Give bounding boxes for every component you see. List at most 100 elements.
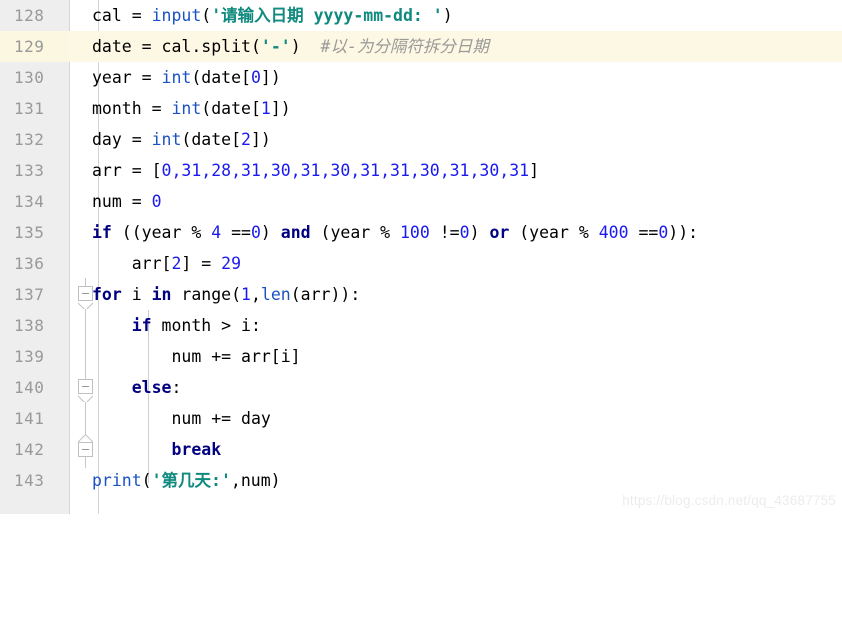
code-content: date = cal.split('-') #以-为分隔符拆分日期 [92, 31, 489, 62]
line-number: 141 [14, 409, 45, 428]
code-line-134[interactable]: 134 num = 0 [0, 186, 842, 217]
line-number: 129 [14, 37, 45, 56]
code-token: ) [290, 37, 321, 56]
code-token: day = [92, 130, 152, 149]
code-content: arr = [0,31,28,31,30,31,30,31,31,30,31,3… [92, 155, 539, 186]
code-token: , [250, 285, 261, 304]
code-token-builtin: int [171, 99, 202, 118]
line-number: 135 [14, 223, 45, 242]
code-token-builtin: input [151, 6, 202, 25]
code-token-number: 0 [658, 223, 669, 242]
code-editor[interactable]: 128 cal = input('请输入日期 yyyy-mm-dd: ') 12… [0, 0, 842, 514]
code-token: : [171, 378, 182, 397]
code-content: month = int(date[1]) [92, 93, 291, 124]
code-line-141[interactable]: 141 num += day [0, 403, 842, 434]
fold-toggle-icon-for-137[interactable] [78, 286, 93, 301]
code-token-number: 400 [598, 223, 629, 242]
line-number: 142 [14, 440, 45, 459]
code-line-130[interactable]: 130 year = int(date[0]) [0, 62, 842, 93]
line-number: 143 [14, 471, 45, 490]
code-token: ] = [181, 254, 222, 273]
code-token-string: '请输入日期 yyyy-mm-dd: ' [211, 6, 443, 25]
code-token-number: 0 [250, 68, 261, 87]
code-token: (date[ [191, 68, 251, 87]
line-number: 139 [14, 347, 45, 366]
code-token: ]) [260, 68, 281, 87]
fold-toggle-icon-for-142[interactable] [78, 442, 93, 457]
code-line-137[interactable]: 137 for i in range(1,len(arr)): [0, 279, 842, 310]
code-line-140[interactable]: 140 else: [0, 372, 842, 403]
code-token: month = [92, 99, 172, 118]
code-line-136[interactable]: 136 arr[2] = 29 [0, 248, 842, 279]
fold-toggle-icon-for-140[interactable] [78, 379, 93, 394]
code-token: (arr)): [290, 285, 361, 304]
code-line-131[interactable]: 131 month = int(date[1]) [0, 93, 842, 124]
line-number: 132 [14, 130, 45, 149]
code-token: ) [469, 223, 490, 242]
code-token: ( [141, 471, 152, 490]
code-content: year = int(date[0]) [92, 62, 281, 93]
code-line-132[interactable]: 132 day = int(date[2]) [0, 124, 842, 155]
code-content: num = 0 [92, 186, 162, 217]
code-token: i [121, 285, 152, 304]
code-content: num += day [92, 403, 270, 434]
code-token: == [221, 223, 251, 242]
code-content: if ((year % 4 ==0) and (year % 100 !=0) … [92, 217, 698, 248]
code-token-keyword: in [151, 285, 172, 304]
code-token-keyword: if [92, 223, 112, 242]
code-token-builtin: int [151, 130, 182, 149]
code-token: num += arr[i] [92, 347, 301, 366]
line-number: 131 [14, 99, 45, 118]
code-line-138[interactable]: 138 if month > i: [0, 310, 842, 341]
code-content: arr[2] = 29 [92, 248, 241, 279]
code-token: ((year % [111, 223, 212, 242]
code-content: cal = input('请输入日期 yyyy-mm-dd: ') [92, 0, 453, 31]
code-token: (date[ [181, 130, 242, 149]
code-token: num = [92, 192, 152, 211]
line-number: 130 [14, 68, 45, 87]
code-line-143[interactable]: 143 print('第几天:',num) [0, 465, 842, 496]
line-number: 134 [14, 192, 45, 211]
code-token-keyword: if [131, 316, 152, 335]
code-line-139[interactable]: 139 num += arr[i] [0, 341, 842, 372]
code-token: (year % [310, 223, 400, 242]
code-token: ] [529, 161, 540, 180]
code-token: )): [668, 223, 699, 242]
code-token-builtin: int [161, 68, 192, 87]
code-token-number: 0 [151, 192, 162, 211]
code-token: ]) [250, 130, 271, 149]
line-number: 133 [14, 161, 45, 180]
code-token: month > i: [151, 316, 261, 335]
code-token: ,num) [230, 471, 281, 490]
code-token-string: '第几天:' [151, 471, 231, 490]
code-token: == [628, 223, 659, 242]
code-token-number: 1 [260, 99, 271, 118]
code-line-128[interactable]: 128 cal = input('请输入日期 yyyy-mm-dd: ') [0, 0, 842, 31]
code-content: print('第几天:',num) [92, 465, 281, 496]
code-token-number: 0 [459, 223, 470, 242]
code-token: ]) [270, 99, 291, 118]
watermark: https://blog.csdn.net/qq_43687755 [622, 493, 836, 508]
code-token-keyword: and [280, 223, 311, 242]
code-line-129[interactable]: 129 date = cal.split('-') #以-为分隔符拆分日期 [0, 31, 842, 62]
code-content: day = int(date[2]) [92, 124, 271, 155]
code-line-142[interactable]: 142 break [0, 434, 842, 465]
fold-arrow-down-icon-140 [78, 394, 93, 402]
line-number: 138 [14, 316, 45, 335]
code-token-keyword: or [489, 223, 510, 242]
code-token-number: 2 [171, 254, 182, 273]
code-token: ( [201, 6, 212, 25]
code-token: year = [92, 68, 162, 87]
code-line-133[interactable]: 133 arr = [0,31,28,31,30,31,30,31,31,30,… [0, 155, 842, 186]
code-token-keyword: break [171, 440, 222, 459]
code-token-builtin: print [92, 471, 142, 490]
code-token: date = cal.split( [92, 37, 261, 56]
code-token-number: 100 [400, 223, 430, 242]
code-line-135[interactable]: 135 if ((year % 4 ==0) and (year % 100 !… [0, 217, 842, 248]
code-content: break [92, 434, 221, 465]
code-token-string: '-' [260, 37, 291, 56]
code-token: ) [260, 223, 281, 242]
code-token-number: 0,31,28,31,30,31,30,31,31,30,31,30,31 [161, 161, 530, 180]
